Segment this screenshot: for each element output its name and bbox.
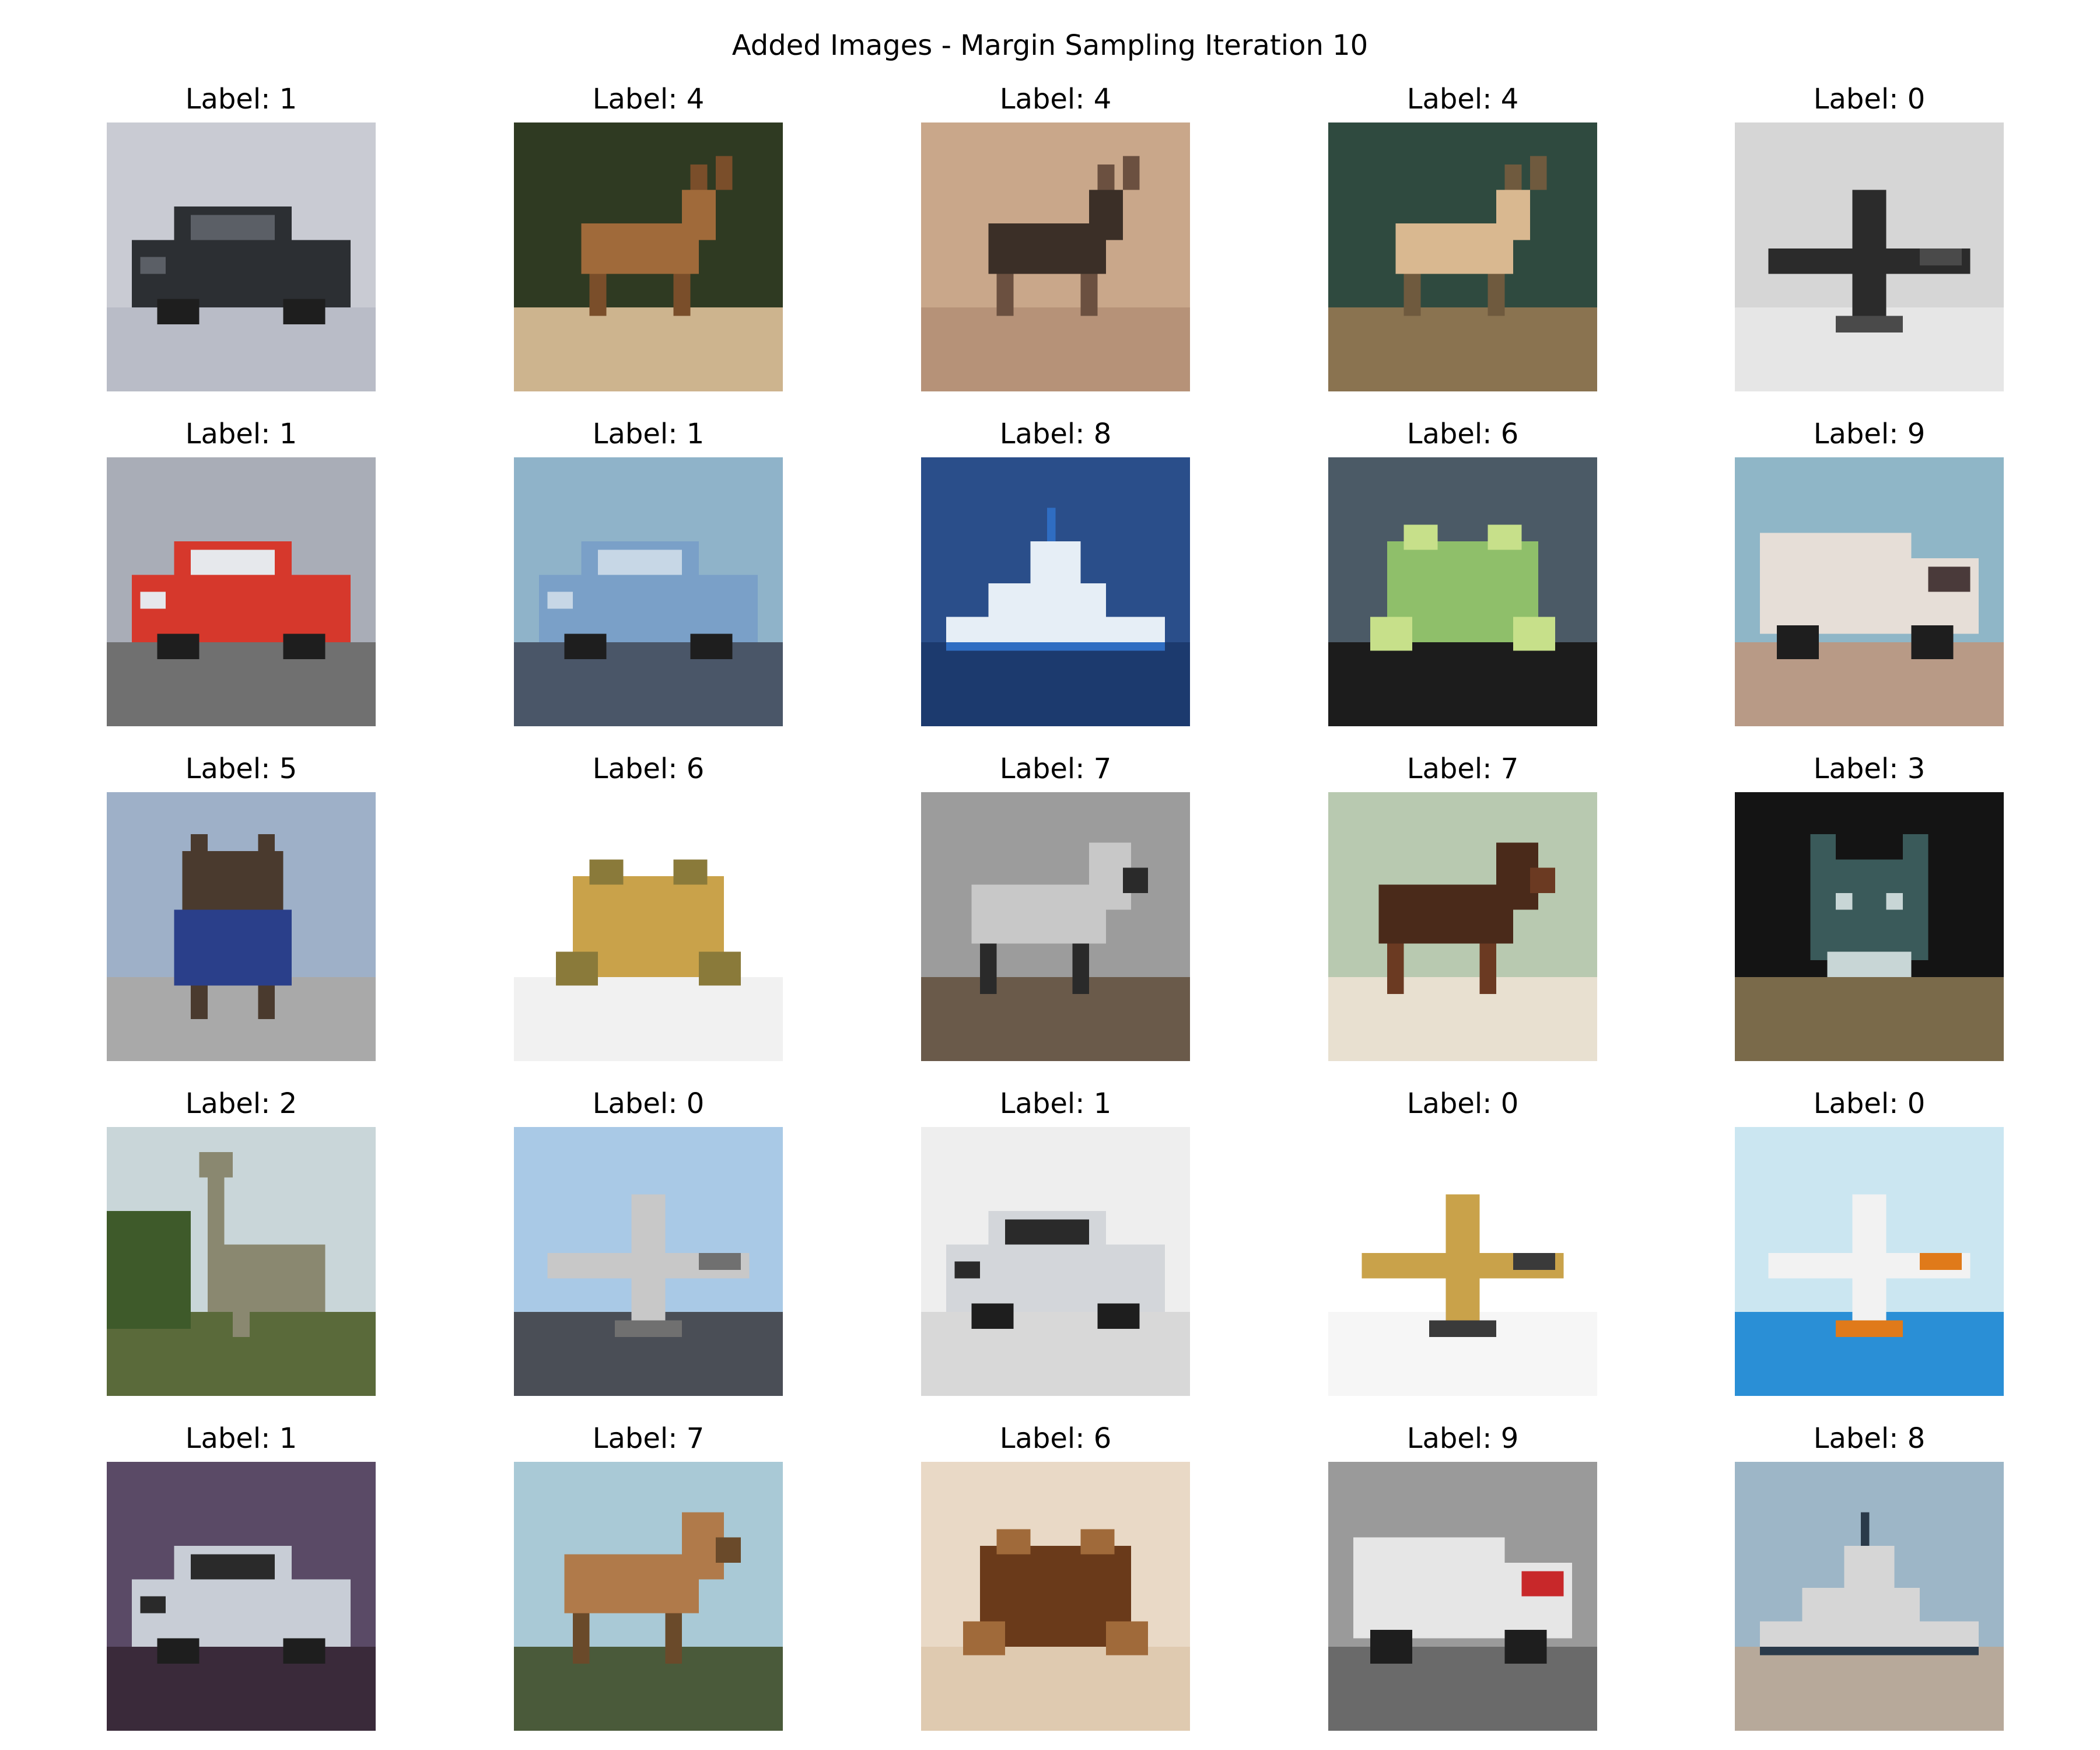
deer-image	[514, 123, 783, 391]
airplane-image	[1735, 123, 2004, 391]
grid-cell: Label: 6	[514, 751, 783, 1061]
deer-image	[921, 123, 1190, 391]
cell-label: Label: 7	[592, 1422, 705, 1455]
figure-title: Added Images - Margin Sampling Iteration…	[732, 29, 1368, 62]
car-image	[921, 1127, 1190, 1396]
frog-image	[921, 1462, 1190, 1731]
cell-label: Label: 7	[999, 752, 1112, 785]
cell-label: Label: 6	[592, 752, 705, 785]
dog-image	[107, 792, 376, 1061]
bird-image	[107, 1127, 376, 1396]
car-image	[107, 123, 376, 391]
grid-cell: Label: 9	[1328, 1421, 1597, 1731]
cell-label: Label: 8	[1813, 1422, 1926, 1455]
cell-label: Label: 0	[1813, 83, 1926, 116]
grid-cell: Label: 1	[921, 1086, 1190, 1396]
ship-image	[1735, 1462, 2004, 1731]
grid-cell: Label: 5	[107, 751, 376, 1061]
grid-cell: Label: 1	[107, 416, 376, 726]
grid-cell: Label: 0	[514, 1086, 783, 1396]
grid-cell: Label: 9	[1735, 416, 2004, 726]
cell-label: Label: 0	[592, 1087, 705, 1120]
airplane-image	[514, 1127, 783, 1396]
grid-cell: Label: 7	[514, 1421, 783, 1731]
cell-label: Label: 7	[1406, 752, 1519, 785]
grid-cell: Label: 0	[1328, 1086, 1597, 1396]
cell-label: Label: 0	[1406, 1087, 1519, 1120]
airplane-image	[1328, 1127, 1597, 1396]
grid-cell: Label: 3	[1735, 751, 2004, 1061]
cell-label: Label: 4	[592, 83, 705, 116]
cell-label: Label: 9	[1813, 418, 1926, 450]
grid-cell: Label: 0	[1735, 82, 2004, 391]
frog-image	[1328, 457, 1597, 726]
grid-cell: Label: 7	[921, 751, 1190, 1061]
grid-cell: Label: 1	[514, 416, 783, 726]
grid-cell: Label: 1	[107, 1421, 376, 1731]
airplane-image	[1735, 1127, 2004, 1396]
cell-label: Label: 4	[1406, 83, 1519, 116]
cell-label: Label: 1	[185, 418, 298, 450]
grid-cell: Label: 1	[107, 82, 376, 391]
cell-label: Label: 3	[1813, 752, 1926, 785]
ship-image	[921, 457, 1190, 726]
grid-cell: Label: 2	[107, 1086, 376, 1396]
cell-label: Label: 1	[592, 418, 705, 450]
car-image	[107, 457, 376, 726]
cell-label: Label: 1	[185, 83, 298, 116]
frog-image	[514, 792, 783, 1061]
cell-label: Label: 6	[1406, 418, 1519, 450]
grid-cell: Label: 4	[1328, 82, 1597, 391]
cat-image	[1735, 792, 2004, 1061]
cell-label: Label: 8	[999, 418, 1112, 450]
grid-cell: Label: 0	[1735, 1086, 2004, 1396]
grid-cell: Label: 4	[921, 82, 1190, 391]
cell-label: Label: 1	[185, 1422, 298, 1455]
horse-image	[514, 1462, 783, 1731]
cell-label: Label: 9	[1406, 1422, 1519, 1455]
cell-label: Label: 1	[999, 1087, 1112, 1120]
deer-image	[1328, 123, 1597, 391]
cell-label: Label: 0	[1813, 1087, 1926, 1120]
grid-cell: Label: 8	[1735, 1421, 2004, 1731]
grid-cell: Label: 8	[921, 416, 1190, 726]
cell-label: Label: 5	[185, 752, 298, 785]
car-image	[107, 1462, 376, 1731]
grid-cell: Label: 6	[1328, 416, 1597, 726]
grid-cell: Label: 7	[1328, 751, 1597, 1061]
cell-label: Label: 2	[185, 1087, 298, 1120]
cell-label: Label: 4	[999, 83, 1112, 116]
grid-cell: Label: 4	[514, 82, 783, 391]
truck-image	[1328, 1462, 1597, 1731]
horse-image	[1328, 792, 1597, 1061]
grid-cell: Label: 6	[921, 1421, 1190, 1731]
horse-image	[921, 792, 1190, 1061]
truck-image	[1735, 457, 2004, 726]
car-image	[514, 457, 783, 726]
cell-label: Label: 6	[999, 1422, 1112, 1455]
